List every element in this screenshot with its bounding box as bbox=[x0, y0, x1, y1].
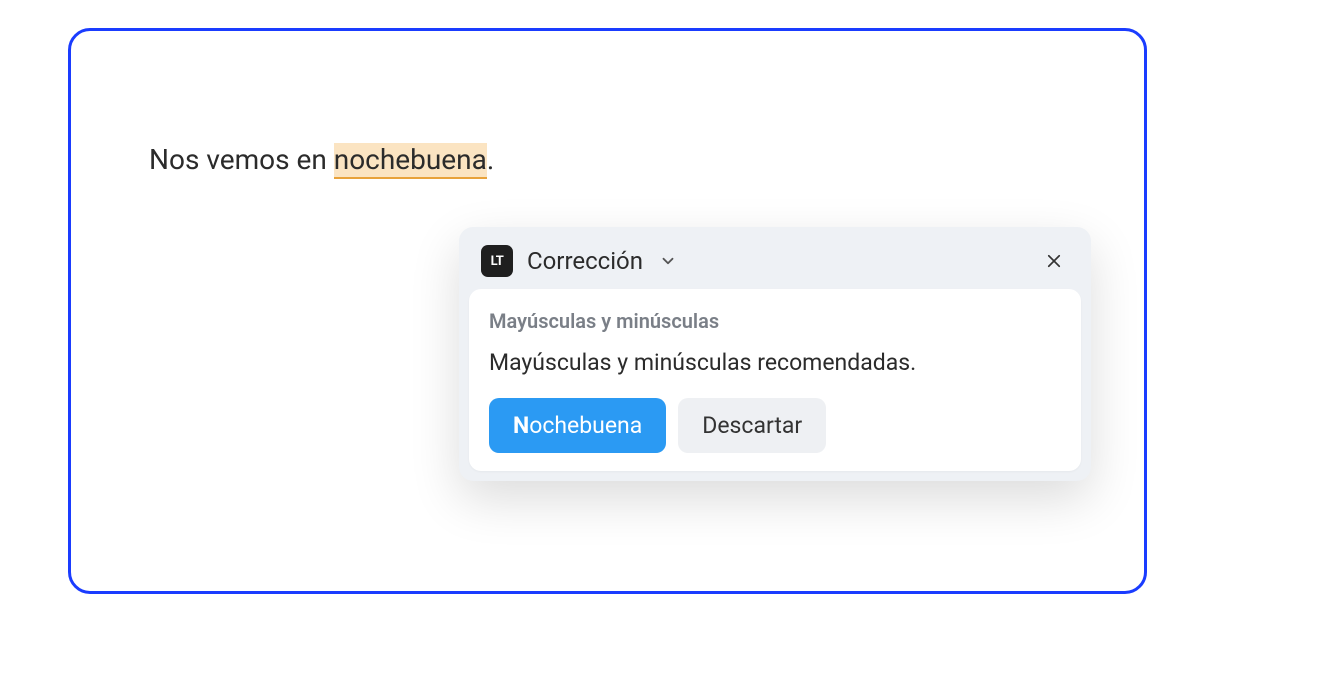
dismiss-button[interactable]: Descartar bbox=[678, 398, 826, 453]
button-row: Nochebuena Descartar bbox=[489, 398, 1061, 453]
suggestion-rest: ochebuena bbox=[529, 412, 642, 439]
highlighted-word[interactable]: nochebuena bbox=[334, 143, 487, 179]
issue-category: Mayúsculas y minúsculas bbox=[489, 309, 1061, 333]
chevron-down-icon[interactable] bbox=[657, 250, 679, 272]
popup-title: Corrección bbox=[527, 247, 643, 275]
popup-header: LT Corrección bbox=[459, 227, 1091, 289]
close-button[interactable] bbox=[1041, 248, 1067, 274]
suggestion-first-letter: N bbox=[513, 412, 529, 439]
suggestion-button[interactable]: Nochebuena bbox=[489, 398, 666, 453]
correction-popup: LT Corrección Mayúsculas y minúsculas Ma… bbox=[459, 227, 1091, 481]
editor-text[interactable]: Nos vemos en nochebuena. bbox=[149, 143, 494, 177]
issue-description: Mayúsculas y minúsculas recomendadas. bbox=[489, 349, 1061, 376]
editor-container: Nos vemos en nochebuena. LT Corrección M… bbox=[68, 28, 1147, 594]
popup-body: Mayúsculas y minúsculas Mayúsculas y min… bbox=[469, 289, 1081, 471]
text-before: Nos vemos en bbox=[149, 143, 334, 176]
text-after: . bbox=[487, 143, 494, 176]
languagetool-logo-icon: LT bbox=[481, 245, 513, 277]
